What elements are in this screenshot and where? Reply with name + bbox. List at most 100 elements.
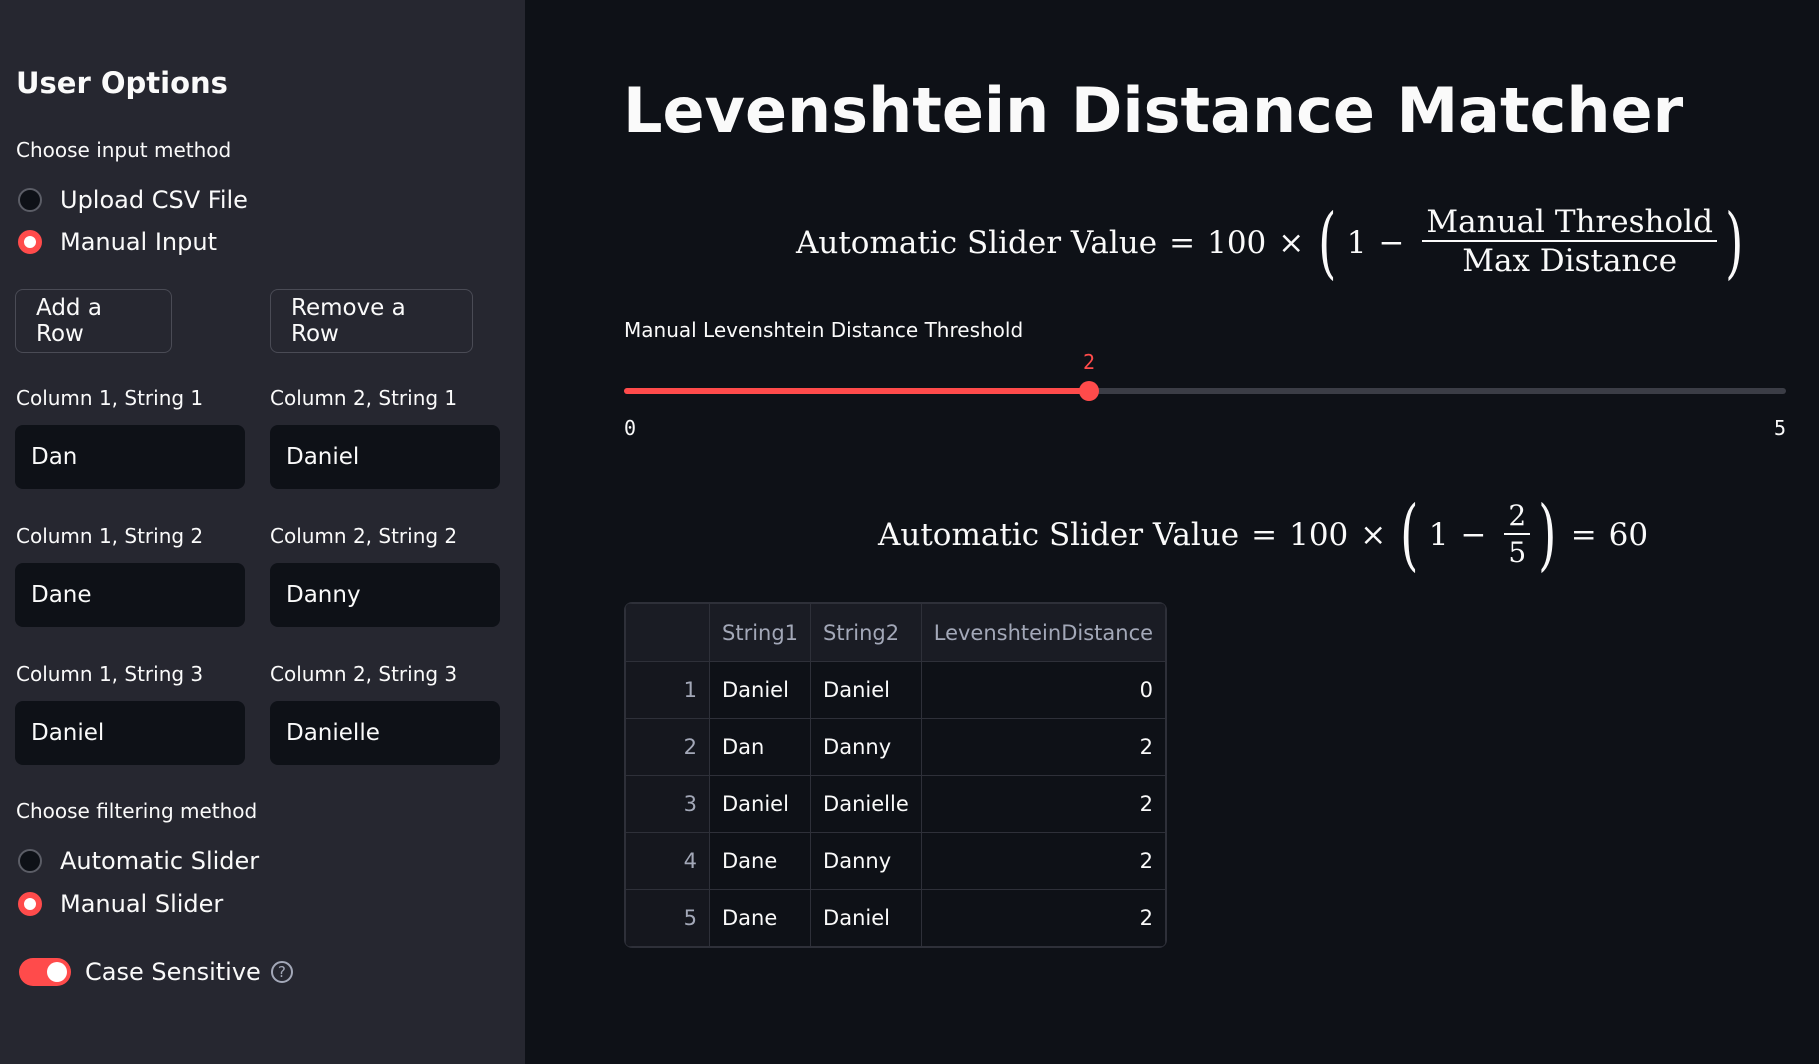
field-label: Column 1, String 3 [16,662,204,686]
row-index: 2 [625,718,710,776]
help-icon[interactable]: ? [270,961,293,983]
table-row: 2 Dan Danny 2 [625,718,1167,776]
formula-lhs: Automatic Slider Value [878,517,1240,553]
slider-fill [624,388,1089,394]
left-paren: ( [1400,490,1419,580]
table-row: 4 Dane Danny 2 [625,832,1167,890]
results-table[interactable]: String1 String2 LevenshteinDistance 1 Da… [624,602,1168,948]
formula-fraction: Manual Threshold Max Distance [1422,204,1717,281]
radio-label: Upload CSV File [60,186,248,214]
right-paren: ) [1538,490,1557,580]
column2-string1-input[interactable]: Daniel [270,425,500,489]
table-row: 5 Dane Daniel 2 [625,889,1167,947]
radio-unchecked-icon[interactable] [18,849,42,873]
dataframe: String1 String2 LevenshteinDistance 1 Da… [625,603,1167,947]
cell-string1[interactable]: Daniel [708,661,812,719]
radio-checked-icon[interactable] [18,892,42,916]
sidebar-title: User Options [16,66,228,100]
radio-manual-input[interactable]: Manual Input [18,228,217,256]
cell-distance[interactable]: 2 [920,889,1167,947]
formula-eq: = [1251,517,1278,553]
column1-string3-input[interactable]: Daniel [15,701,245,765]
toggle-label: Case Sensitive [85,958,261,986]
field-label: Column 2, String 3 [270,662,458,686]
fraction-denominator: Max Distance [1462,243,1678,280]
cell-string2[interactable]: Danny [810,718,922,776]
cell-string1[interactable]: Daniel [708,775,812,833]
cell-distance[interactable]: 2 [920,832,1167,890]
row-index: 1 [625,661,710,719]
fraction-numerator: 2 [1504,500,1531,535]
input-method-label: Choose input method [16,138,232,162]
formula-minus: − [1460,517,1487,553]
filter-method-label: Choose filtering method [16,799,258,823]
formula-computed: Automatic Slider Value = 100 × ( 1 − 2 5… [878,490,1648,580]
add-row-button[interactable]: Add a Row [15,289,172,353]
threshold-slider[interactable]: 2 [624,350,1786,410]
formula-factor: 100 [1289,517,1349,553]
formula-lhs: Automatic Slider Value [796,225,1158,261]
column2-string3-input[interactable]: Danielle [270,701,500,765]
formula-one: 1 [1428,517,1449,553]
page-title: Levenshtein Distance Matcher [623,74,1684,147]
column-header-string2[interactable]: String2 [810,603,922,662]
slider-value-label: 2 [1083,350,1096,374]
column1-string2-input[interactable]: Dane [15,563,245,627]
fraction-numerator: Manual Threshold [1422,204,1717,243]
radio-label: Automatic Slider [60,847,260,875]
cell-string1[interactable]: Dan [708,718,812,776]
cell-string2[interactable]: Daniel [810,889,922,947]
row-index: 5 [625,889,710,947]
fraction-denominator: 5 [1508,535,1527,569]
cell-string1[interactable]: Dane [708,889,812,947]
cell-distance[interactable]: 2 [920,775,1167,833]
radio-label: Manual Input [60,228,217,256]
field-label: Column 2, String 2 [270,524,458,548]
field-label: Column 1, String 2 [16,524,204,548]
table-header-row: String1 String2 LevenshteinDistance [625,603,1167,662]
radio-checked-icon[interactable] [18,230,42,254]
cell-distance[interactable]: 2 [920,718,1167,776]
formula-eq: = [1169,225,1196,261]
field-label: Column 2, String 1 [270,386,458,410]
row-index: 3 [625,775,710,833]
cell-string2[interactable]: Danny [810,832,922,890]
main-content: Levenshtein Distance Matcher Automatic S… [525,0,1819,1064]
column2-string2-input[interactable]: Danny [270,563,500,627]
slider-min-label: 0 [624,416,637,440]
formula-fraction: 2 5 [1504,500,1531,569]
cell-string1[interactable]: Dane [708,832,812,890]
radio-unchecked-icon[interactable] [18,188,42,212]
cell-distance[interactable]: 0 [920,661,1167,719]
row-index: 4 [625,832,710,890]
formula-factor: 100 [1207,225,1267,261]
cell-string2[interactable]: Daniel [810,661,922,719]
formula-one: 1 [1346,225,1367,261]
formula-general: Automatic Slider Value = 100 × ( 1 − Man… [796,198,1745,288]
column-header-index[interactable] [625,603,710,662]
case-sensitive-toggle[interactable] [19,958,71,986]
radio-upload-csv[interactable]: Upload CSV File [18,186,248,214]
field-label: Column 1, String 1 [16,386,204,410]
radio-label: Manual Slider [60,890,224,918]
slider-label: Manual Levenshtein Distance Threshold [624,318,1024,342]
remove-row-button[interactable]: Remove a Row [270,289,473,353]
radio-automatic-slider[interactable]: Automatic Slider [18,847,259,875]
right-paren: ) [1725,198,1744,288]
radio-manual-slider[interactable]: Manual Slider [18,890,223,918]
column1-string1-input[interactable]: Dan [15,425,245,489]
sidebar: User Options Choose input method Upload … [0,0,525,1064]
cell-string2[interactable]: Danielle [810,775,922,833]
slider-max-label: 5 [1773,416,1786,440]
toggle-knob [47,962,67,982]
table-row: 1 Daniel Daniel 0 [625,661,1167,719]
formula-times: × [1360,517,1387,553]
slider-thumb[interactable] [1079,381,1099,401]
column-header-string1[interactable]: String1 [708,603,812,662]
formula-result: 60 [1608,517,1649,553]
column-header-distance[interactable]: LevenshteinDistance [920,603,1167,662]
formula-times: × [1278,225,1305,261]
table-row: 3 Daniel Danielle 2 [625,775,1167,833]
formula-minus: − [1378,225,1405,261]
case-sensitive-toggle-row[interactable]: Case Sensitive ? [19,958,293,986]
